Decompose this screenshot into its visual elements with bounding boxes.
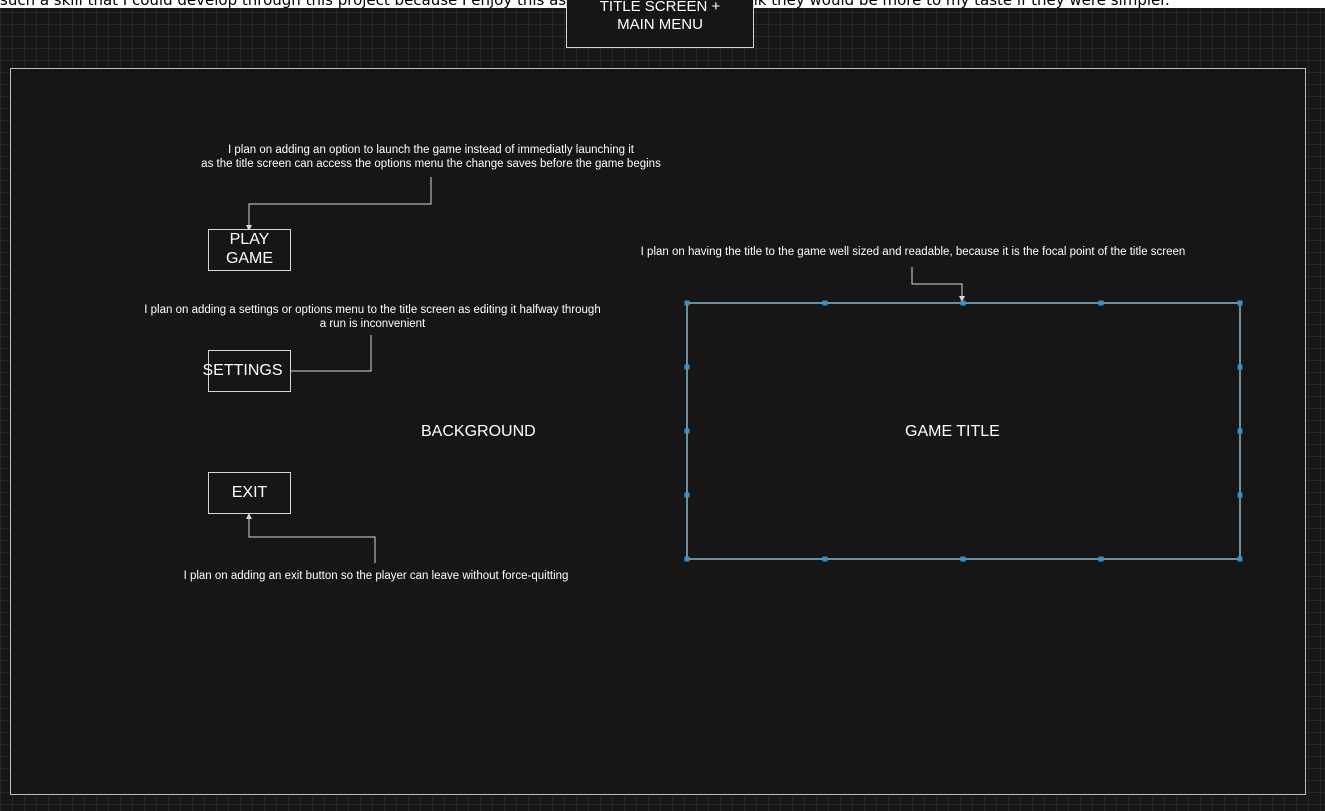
play-game-label-line2: GAME — [225, 250, 274, 267]
settings-note-line1: I plan on adding a settings or options m… — [144, 304, 601, 316]
connector-exit-note[interactable] — [248, 518, 376, 563]
connector-settings-note[interactable] — [291, 335, 372, 372]
connector-play-note[interactable] — [248, 177, 432, 227]
play-game-note-line1: I plan on adding an option to launch the… — [228, 144, 634, 156]
settings-label: SETTINGS — [202, 362, 283, 379]
game-title-note[interactable]: I plan on having the title to the game w… — [593, 245, 1233, 259]
background-label[interactable]: BACKGROUND — [421, 423, 536, 441]
connector-title-note[interactable] — [911, 267, 963, 298]
play-game-note[interactable]: I plan on adding an option to launch the… — [166, 143, 696, 171]
connectors-layer — [246, 177, 1243, 563]
play-game-note-line2: as the title screen can access the optio… — [201, 158, 661, 170]
game-title-label[interactable]: GAME TITLE — [905, 423, 1000, 441]
exit-note[interactable]: I plan on adding an exit button so the p… — [146, 569, 606, 583]
exit-button[interactable]: EXIT — [208, 472, 291, 514]
play-game-button[interactable]: PLAY GAME — [208, 229, 291, 271]
settings-note-line2: a run is inconvenient — [319, 318, 426, 330]
settings-note[interactable]: I plan on adding a settings or options m… — [100, 303, 645, 331]
exit-note-line1: I plan on adding an exit button so the p… — [183, 570, 569, 582]
exit-label: EXIT — [231, 484, 268, 501]
play-game-label-line1: PLAY — [229, 231, 270, 248]
settings-button[interactable]: SETTINGS — [202, 350, 291, 392]
game-title-note-line1: I plan on having the title to the game w… — [640, 246, 1186, 258]
